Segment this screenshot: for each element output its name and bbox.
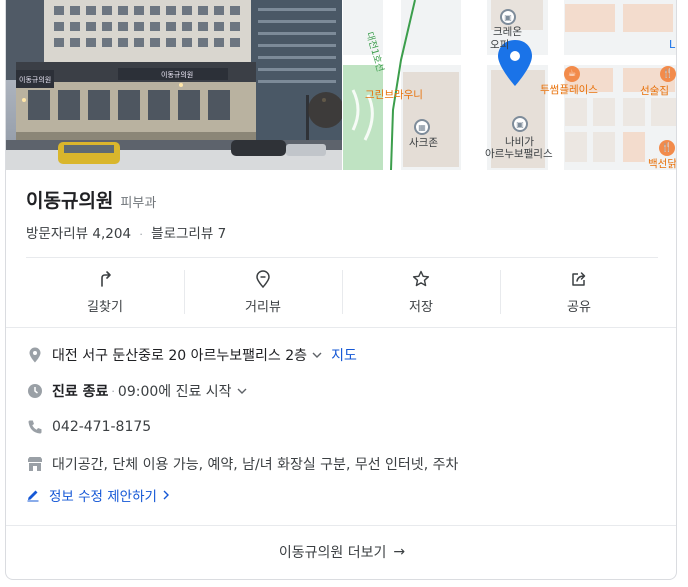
save-button[interactable]: 저장 (342, 258, 500, 326)
map-label-seonsul: 선술집 (640, 85, 669, 97)
phone-number[interactable]: 042-471-8175 (52, 419, 151, 435)
chevron-down-icon[interactable] (236, 385, 248, 397)
save-label: 저장 (409, 300, 433, 315)
more-button[interactable]: 이동규의원 더보기 → (6, 526, 676, 578)
directions-button[interactable]: 길찾기 (26, 258, 184, 326)
cafe-icon: ☕ (564, 66, 580, 82)
building-photo[interactable]: 이동규의원 이동규의원 (6, 0, 342, 170)
place-header: 이동규의원 피부과 (26, 186, 156, 213)
map-label-sakzon: 사크존 (409, 137, 438, 149)
visitor-reviews-count[interactable]: 4,204 (92, 226, 131, 242)
arrow-right-icon: → (393, 544, 406, 560)
phone-row: 042-471-8175 (26, 418, 151, 436)
photo-sign-left: 이동규의원 (19, 75, 51, 84)
restaurant-icon: 🍴 (659, 140, 675, 156)
map-link[interactable]: 지도 (331, 345, 357, 365)
share-label: 공유 (567, 300, 591, 315)
map-poi-icon: ▣ (500, 9, 516, 25)
visitor-reviews-label[interactable]: 방문자리뷰 (26, 226, 88, 242)
chevron-down-icon[interactable] (311, 349, 323, 361)
directions-icon (101, 271, 111, 287)
building-poi-icon: ▦ (414, 119, 430, 135)
place-title[interactable]: 이동규의원 (26, 186, 113, 213)
more-label: 이동규의원 더보기 (278, 545, 387, 561)
streetview-button[interactable]: 거리뷰 (184, 258, 342, 326)
share-icon (572, 272, 586, 286)
place-category: 피부과 (120, 196, 157, 211)
action-bar: 길찾기 거리뷰 저장 공유 (26, 258, 658, 326)
store-icon (26, 455, 44, 473)
map-label-cremeon2: 오피 (490, 39, 510, 51)
map-label-artnouveau: 아르누보팰리스 (485, 148, 553, 160)
clock-icon (26, 382, 44, 400)
chevron-right-icon (163, 490, 169, 500)
hours-next-open[interactable]: 09:00에 진료 시작 (118, 381, 232, 401)
map-label-edge: L (669, 38, 676, 51)
separator-dot: · (111, 384, 115, 398)
place-card: 이동규의원 이동규의원 ▣ 크레온 오피 대전1호선 L 그린브라우니 ☕ 투썸… (5, 0, 677, 580)
blog-reviews-label[interactable]: 블로그리뷰 (151, 226, 213, 242)
map-label-twosome: 투썸플레이스 (540, 84, 598, 96)
map-label-baekseon: 백선닭꼬 (648, 158, 677, 170)
divider (6, 327, 676, 328)
suggest-edit-label: 정보 수정 제안하기 (49, 489, 157, 505)
star-icon (412, 270, 430, 287)
suggest-edit-link[interactable]: 정보 수정 제안하기 (26, 485, 172, 505)
hero-images: 이동규의원 이동규의원 ▣ 크레온 오피 대전1호선 L 그린브라우니 ☕ 투썸… (6, 0, 677, 170)
amenities-row: 대기공간, 단체 이용 가능, 예약, 남/녀 화장실 구분, 무선 인터넷, … (26, 454, 458, 474)
directions-label: 길찾기 (87, 300, 123, 315)
blog-reviews-count[interactable]: 7 (218, 226, 227, 242)
review-summary: 방문자리뷰 4,204 · 블로그리뷰 7 (26, 222, 226, 242)
hours-row: 진료 종료 · 09:00에 진료 시작 (26, 381, 248, 401)
amenities-text: 대기공간, 단체 이용 가능, 예약, 남/녀 화장실 구분, 무선 인터넷, … (52, 457, 459, 473)
photo-sign-main: 이동규의원 (161, 70, 193, 79)
pencil-icon (27, 490, 39, 502)
address-text[interactable]: 대전 서구 둔산중로 20 아르누보팰리스 2층 (52, 345, 307, 365)
hours-status[interactable]: 진료 종료 (52, 381, 108, 401)
map-preview[interactable]: ▣ 크레온 오피 대전1호선 L 그린브라우니 ☕ 투썸플레이스 🍴 선술집 ▦… (343, 0, 677, 170)
address-row: 대전 서구 둔산중로 20 아르누보팰리스 2층 지도 (26, 345, 357, 365)
share-button[interactable]: 공유 (500, 258, 658, 326)
restaurant-icon: 🍴 (660, 66, 676, 82)
streetview-label: 거리뷰 (245, 300, 281, 315)
separator-dot: · (139, 228, 143, 241)
location-pin-icon (26, 346, 44, 364)
building-poi-icon: ▣ (512, 116, 528, 132)
phone-icon (26, 418, 44, 436)
map-label-greenbrownie: 그린브라우니 (365, 89, 423, 101)
streetview-icon (256, 270, 270, 289)
